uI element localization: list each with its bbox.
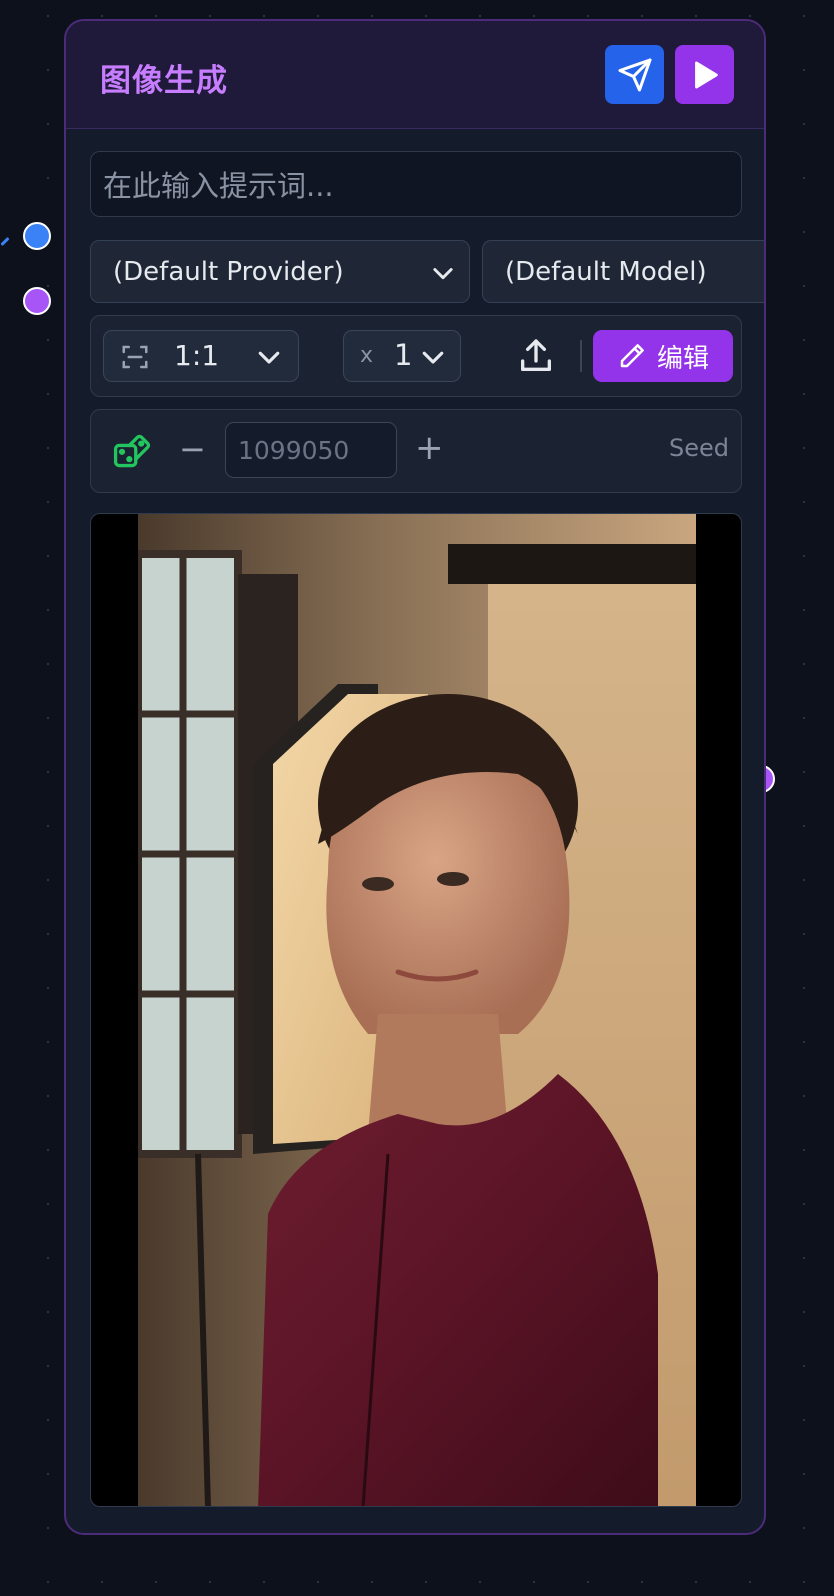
dice-icon[interactable] [111,428,155,472]
seed-input[interactable]: 1099050 [225,422,397,478]
generated-image [138,514,696,1506]
aspect-ratio-icon [122,345,148,369]
input-port-text[interactable] [23,222,51,250]
provider-value: (Default Provider) [113,256,344,287]
seed-label: Seed [669,434,729,462]
chevron-down-icon [433,268,453,280]
chevron-down-icon [422,351,444,364]
prompt-input[interactable]: 在此输入提示词... [90,151,742,217]
send-icon [618,58,651,91]
send-button[interactable] [605,45,664,104]
aspect-ratio-value: 1:1 [174,339,220,372]
seed-decrement-button[interactable]: − [179,430,206,468]
pencil-icon [620,344,644,368]
image-generation-node[interactable]: 图像生成 在此输入提示词... (Default Provider) (Defa… [64,19,766,1535]
count-prefix: x [360,343,374,368]
seed-controls: − 1099050 + Seed [90,409,742,493]
edit-label: 编辑 [656,343,709,374]
run-button[interactable] [675,45,734,104]
count-value: 1 [394,338,413,372]
chevron-down-icon [258,351,280,364]
model-value: (Default Model) [505,256,707,287]
seed-increment-button[interactable]: + [415,428,444,468]
model-select[interactable]: (Default Model) [482,240,764,303]
generated-image-preview[interactable] [90,513,742,1507]
aspect-ratio-select[interactable]: 1:1 [103,330,299,382]
connection-edge [0,236,10,247]
seed-value: 1099050 [238,435,350,465]
play-icon [694,61,718,88]
edit-button[interactable]: 编辑 [593,330,733,382]
input-port-image[interactable] [23,287,51,315]
prompt-placeholder: 在此输入提示词... [103,169,334,203]
image-count-select[interactable]: x 1 [343,330,461,382]
provider-select[interactable]: (Default Provider) [90,240,470,303]
toolbar-divider [580,340,582,372]
upload-icon[interactable] [516,336,556,376]
node-title: 图像生成 [100,63,228,99]
node-header[interactable]: 图像生成 [66,21,764,129]
generation-toolbar: 1:1 x 1 编辑 [90,315,742,397]
